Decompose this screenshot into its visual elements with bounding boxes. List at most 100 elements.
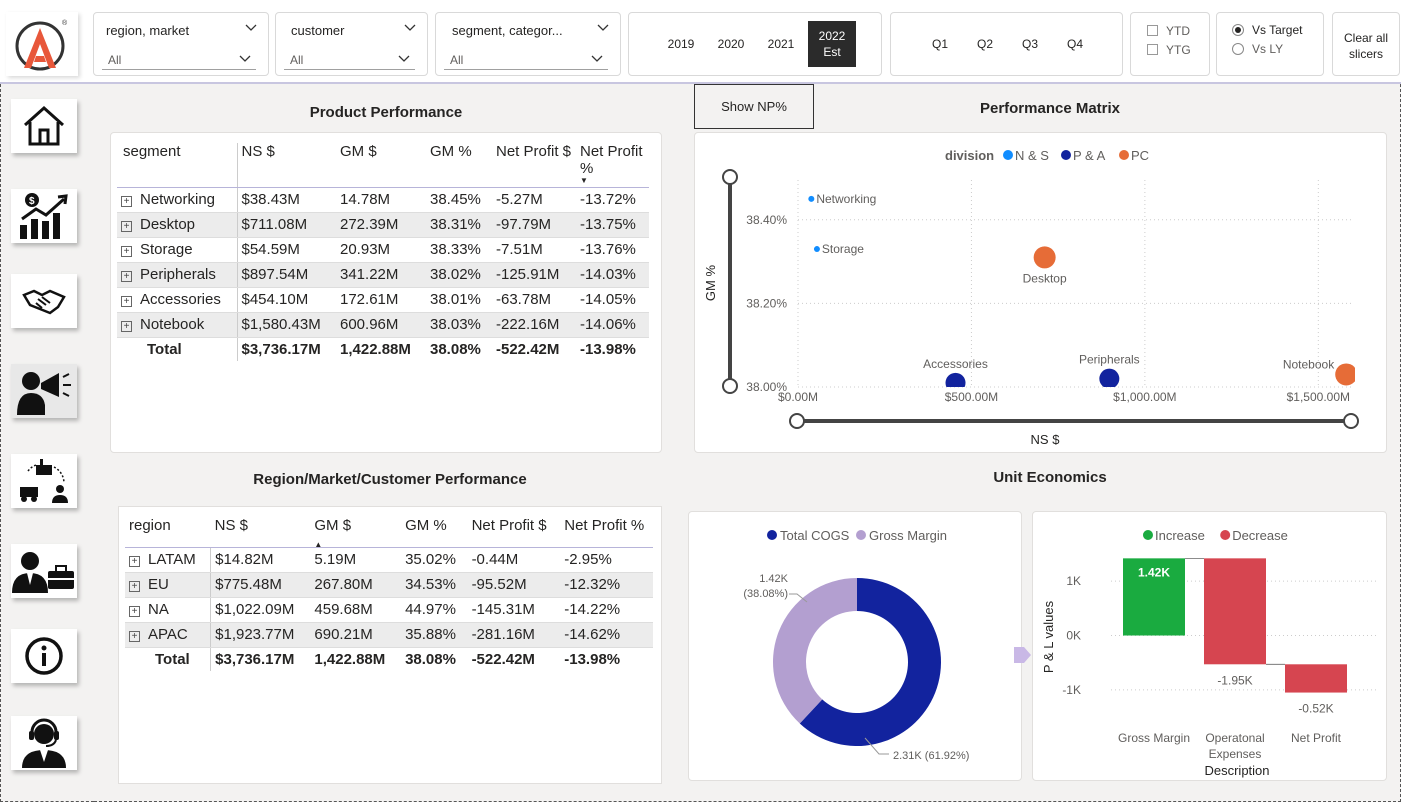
col-header-net-profit[interactable]: Net Profit $ [492,143,576,188]
segment-category-slicer[interactable]: segment, categor... All [435,12,621,76]
segment-category-slicer-title: segment, categor... [452,23,563,38]
row-label-cell: + Desktop [117,212,237,238]
y-zoom-handle-bottom[interactable] [722,378,738,394]
chevron-down-icon[interactable] [238,52,252,66]
expand-icon[interactable]: + [121,296,132,307]
table-row[interactable]: + Networking $38.43M 14.78M 38.45% -5.27M -13.… [117,187,649,213]
x-zoom-handle-left[interactable] [789,413,805,429]
waterfall-bar-2[interactable] [1285,664,1347,693]
customer-slicer[interactable]: customer All [275,12,428,76]
performance-matrix-chart[interactable]: division N & SP & A PC$0.00M $500.00M $1,000… [695,133,1388,454]
col-header-ns[interactable]: NS $ [210,517,311,548]
table-row[interactable]: + APAC $1,923.77M 690.21M 35.88% -281.16M -14.… [125,622,653,648]
clear-all-slicers-button[interactable]: Clear all slicers [1332,12,1400,76]
scatter-point-storage[interactable] [813,246,820,253]
support-agent-icon [22,718,66,768]
table-row[interactable]: + LATAM $14.82M 5.19M 35.02% -0.44M -2.95% [125,547,653,573]
waterfall-bar-1[interactable] [1204,558,1266,665]
nav-support-button[interactable] [11,716,77,770]
drill-arrow-icon[interactable] [1012,645,1032,665]
expand-icon[interactable]: + [121,221,132,232]
quarter-q1-button[interactable]: Q1 [920,21,960,67]
table-cell: 272.39M [336,212,426,238]
chevron-down-icon[interactable] [596,21,610,35]
legend-marker [856,530,866,540]
col-header-region[interactable]: region [125,517,211,548]
expand-icon[interactable]: + [121,321,132,332]
y-zoom-handle-top[interactable] [722,169,738,185]
chevron-down-icon[interactable] [244,21,258,35]
expand-icon[interactable]: + [121,246,132,257]
expand-icon[interactable]: + [129,631,140,642]
region-market-slicer[interactable]: region, market All [93,12,269,76]
nav-finance-button[interactable]: $ [11,189,77,243]
clear-slicers-line2: slicers [1348,47,1383,61]
nav-home-button[interactable] [11,99,77,153]
ytd-checkbox[interactable]: YTD [1147,24,1190,38]
data-label-storage: Storage [822,242,864,256]
show-np-button[interactable]: Show NP% [694,84,814,129]
nav-executive-button[interactable] [11,544,77,598]
x-zoom-handle-right[interactable] [1343,413,1359,429]
performance-matrix-title: Performance Matrix [979,100,1121,117]
scatter-point-peripherals[interactable] [1099,368,1120,389]
expand-icon[interactable]: + [121,196,132,207]
col-header-segment[interactable]: segment [117,143,237,188]
table-cell: -2.95% [560,547,653,573]
nav-info-button[interactable] [11,629,77,683]
expand-icon[interactable]: + [129,606,140,617]
region-market-dropdown[interactable]: All [102,48,256,70]
table-row[interactable]: + EU $775.48M 267.80M 34.53% -95.52M -12.32% [125,572,653,598]
nav-sales-button[interactable] [11,274,77,328]
col-header-net-profit[interactable]: Net Profit $ [467,517,561,548]
col-header-gm-pct[interactable]: GM % [426,143,492,188]
scatter-point-networking[interactable] [808,195,815,202]
customer-dropdown[interactable]: All [284,48,415,70]
scatter-point-notebook[interactable] [1335,363,1357,386]
table-row[interactable]: + Desktop $711.08M 272.39M 38.31% -97.79M -13.… [117,212,649,238]
table-row[interactable]: + Accessories $454.10M 172.61M 38.01% -63.78M… [117,287,649,313]
col-header-net-profit-pct[interactable]: Net Profit % ▼ [576,143,649,188]
quarter-q2-button[interactable]: Q2 [965,21,1005,67]
vs-ly-radio[interactable]: Vs LY [1232,42,1283,56]
expand-icon[interactable]: + [121,271,132,282]
expand-icon[interactable]: + [129,581,140,592]
year-2020-button[interactable]: 2020 [707,21,755,67]
pl-waterfall-chart[interactable]: Increase Decrease 1K 0K -1K P & L values Descr… [1033,512,1388,782]
col-header-gm-pct[interactable]: GM % [401,517,468,548]
col-header-ns[interactable]: NS $ [236,143,336,188]
col-header-net-profit-pct[interactable]: Net Profit % [560,517,653,548]
chevron-down-icon[interactable] [397,52,411,66]
total-cell: 38.08% [405,650,456,668]
table-cell: $454.10M [236,287,336,313]
nav-marketing-button[interactable] [11,364,77,418]
table-row[interactable]: + Notebook $1,580.43M 600.96M 38.03% -222.16M… [117,312,649,338]
x-tick-label: Net Profit [1291,731,1342,745]
ytg-checkbox[interactable]: YTG [1147,43,1191,57]
table-cell: -14.06% [576,312,649,338]
year-2022-button[interactable]: 2022 Est [808,21,856,67]
legend-label: Increase [1155,528,1205,543]
table-row[interactable]: + Peripherals $897.54M 341.22M 38.02% -125.91… [117,262,649,288]
segment-category-dropdown[interactable]: All [444,48,608,70]
table-row[interactable]: + Storage $54.59M 20.93M 38.33% -7.51M -13.76% [117,237,649,263]
scatter-point-desktop[interactable] [1033,246,1056,269]
quarter-q3-button[interactable]: Q3 [1010,21,1050,67]
table-row[interactable]: + NA $1,022.09M 459.68M 44.97% -145.31M -14.22… [125,597,653,623]
expand-icon[interactable]: + [129,556,140,567]
legend-marker [1143,530,1153,540]
year-2019-button[interactable]: 2019 [657,21,705,67]
col-header-gm[interactable]: GM $ ▲ [310,517,402,549]
cogs-margin-donut-chart[interactable]: Total COGS Gross Margin 2.31K (61.92%) 1.42… [689,512,1023,782]
col-header-gm[interactable]: GM $ [336,143,426,188]
nav-supply-chain-button[interactable] [11,454,77,508]
table-cell: 459.68M [310,597,402,623]
total-row: Total $3,736.17M 1,422.88M 38.08% -522.42M -1… [117,337,649,361]
x-tick-label: Gross Margin [1118,731,1190,745]
vs-target-radio[interactable]: Vs Target [1232,23,1302,37]
quarter-q4-button[interactable]: Q4 [1055,21,1095,67]
chevron-down-icon[interactable] [590,52,604,66]
year-2021-button[interactable]: 2021 [757,21,805,67]
total-cell: -522.42M [471,650,535,668]
chevron-down-icon[interactable] [403,21,417,35]
